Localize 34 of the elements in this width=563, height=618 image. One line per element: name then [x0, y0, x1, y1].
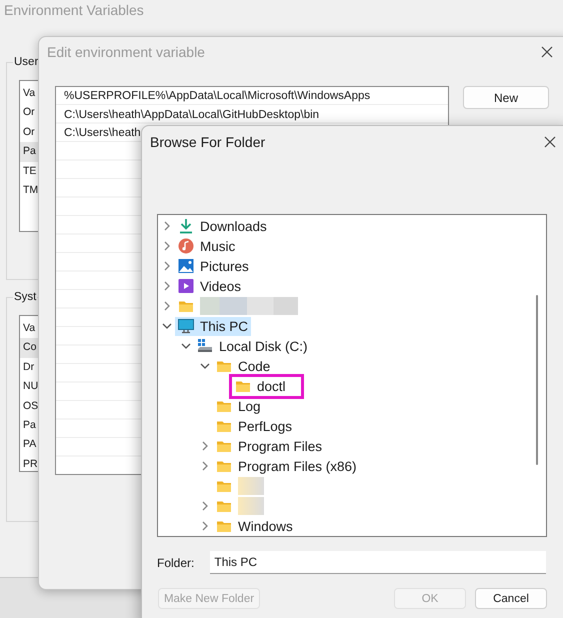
blurred-block — [238, 477, 264, 495]
group-label: Syst — [13, 289, 38, 305]
monitor-icon — [178, 318, 194, 334]
close-icon[interactable] — [541, 46, 553, 58]
picture-icon — [178, 258, 194, 274]
tree-item[interactable]: doctl — [232, 376, 289, 396]
drive-icon — [197, 338, 213, 354]
field-label: Folder: — [157, 556, 194, 570]
cancel-button[interactable]: Cancel — [475, 588, 547, 609]
tree-item[interactable]: Downloads — [175, 216, 270, 236]
window-title: Environment Variables — [4, 2, 144, 18]
tree-item[interactable]: Windows — [213, 516, 296, 536]
blurred-block — [238, 497, 264, 515]
music-note-icon — [178, 238, 194, 254]
new-button[interactable]: New — [463, 86, 549, 109]
tree-item[interactable]: Local Disk (C:) — [194, 336, 311, 356]
list-row[interactable]: %USERPROFILE%\AppData\Local\Microsoft\WindowsApps — [59, 87, 445, 106]
tree-item[interactable]: Music — [175, 236, 238, 256]
list-row[interactable]: C:\Users\heath\AppData\Local\GitHubDesktop\bin — [59, 106, 445, 124]
video-icon — [178, 278, 194, 294]
tree-item[interactable]: This PC — [175, 316, 252, 336]
tree-item[interactable]: Program Files — [213, 436, 326, 456]
tree-item[interactable]: Log — [213, 396, 264, 416]
tree-item[interactable]: Pictures — [175, 256, 252, 276]
download-icon — [178, 218, 194, 234]
tree-item[interactable]: Videos — [175, 276, 244, 296]
tree-item[interactable]: Code — [213, 356, 274, 376]
tree-item[interactable]: Program Files (x86) — [213, 456, 360, 476]
scrollbar[interactable] — [536, 295, 538, 465]
window-title: Browse For Folder — [150, 134, 266, 150]
close-icon[interactable] — [544, 136, 556, 148]
window-title: Edit environment variable — [47, 44, 205, 60]
folder-field[interactable]: This PC — [210, 551, 546, 574]
tree-item[interactable]: PerfLogs — [213, 416, 296, 436]
